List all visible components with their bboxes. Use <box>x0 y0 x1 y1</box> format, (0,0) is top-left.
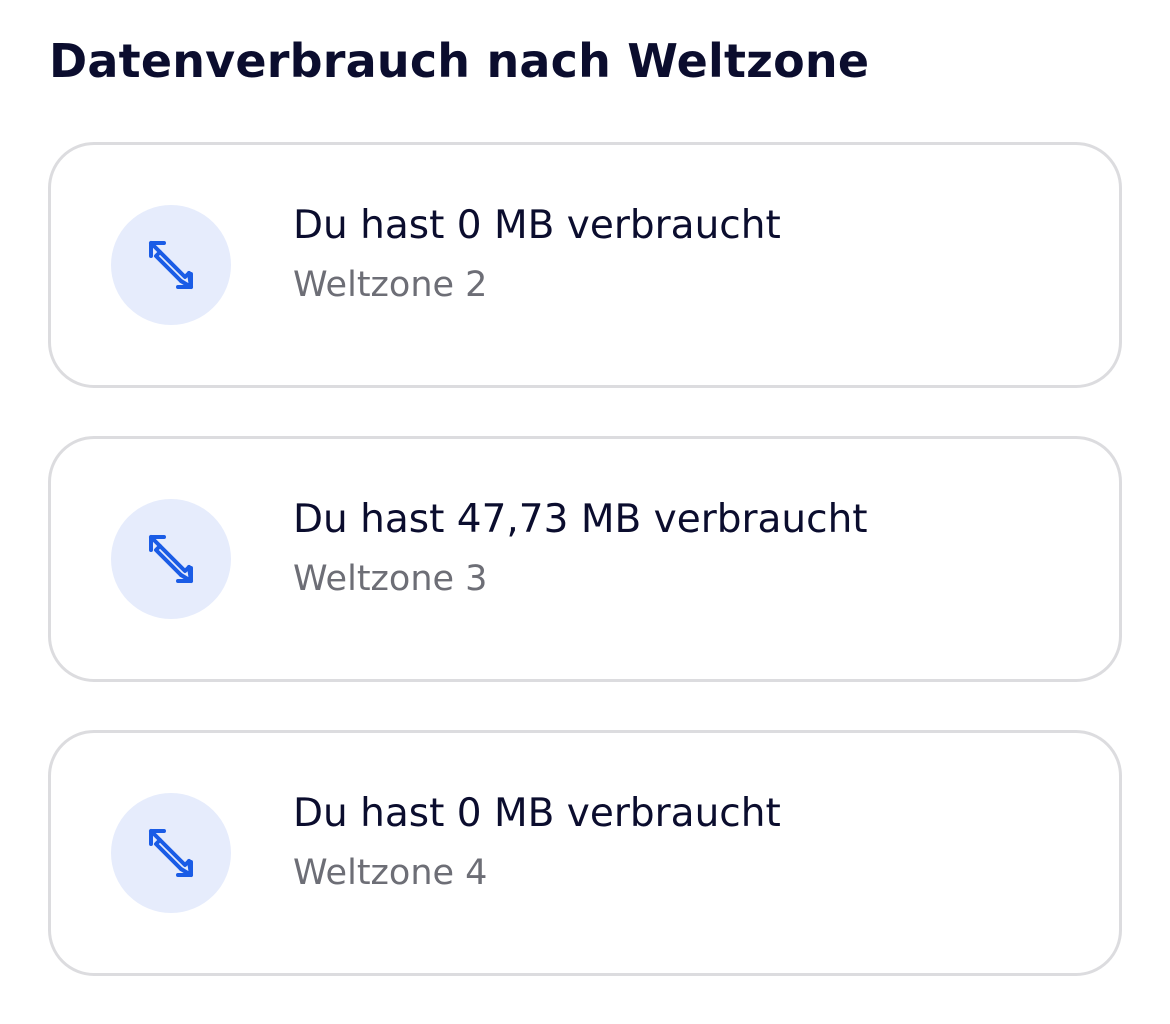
data-transfer-arrows-icon <box>111 205 231 325</box>
zone-usage-card[interactable]: Du hast 0 MB verbraucht Weltzone 4 <box>48 730 1122 976</box>
zone-usage-card[interactable]: Du hast 0 MB verbraucht Weltzone 2 <box>48 142 1122 388</box>
zone-usage-list: Du hast 0 MB verbraucht Weltzone 2 Du ha… <box>48 142 1122 1024</box>
data-transfer-arrows-icon <box>111 793 231 913</box>
zone-usage-text: Du hast 0 MB verbraucht Weltzone 4 <box>293 789 781 895</box>
zone-usage-text: Du hast 0 MB verbraucht Weltzone 2 <box>293 201 781 307</box>
zone-name-label: Weltzone 3 <box>293 559 488 599</box>
zone-name-label: Weltzone 4 <box>293 853 488 893</box>
zone-name-label: Weltzone 2 <box>293 265 488 305</box>
usage-amount-label: Du hast 47,73 MB verbraucht <box>293 497 868 542</box>
zone-usage-text: Du hast 47,73 MB verbraucht Weltzone 3 <box>293 495 868 601</box>
data-usage-page: Datenverbrauch nach Weltzone Du hast 0 M… <box>0 0 1170 1016</box>
usage-amount-label: Du hast 0 MB verbraucht <box>293 203 781 248</box>
data-transfer-arrows-icon <box>111 499 231 619</box>
zone-usage-card[interactable]: Du hast 47,73 MB verbraucht Weltzone 3 <box>48 436 1122 682</box>
usage-amount-label: Du hast 0 MB verbraucht <box>293 791 781 836</box>
page-title: Datenverbrauch nach Weltzone <box>49 34 870 88</box>
